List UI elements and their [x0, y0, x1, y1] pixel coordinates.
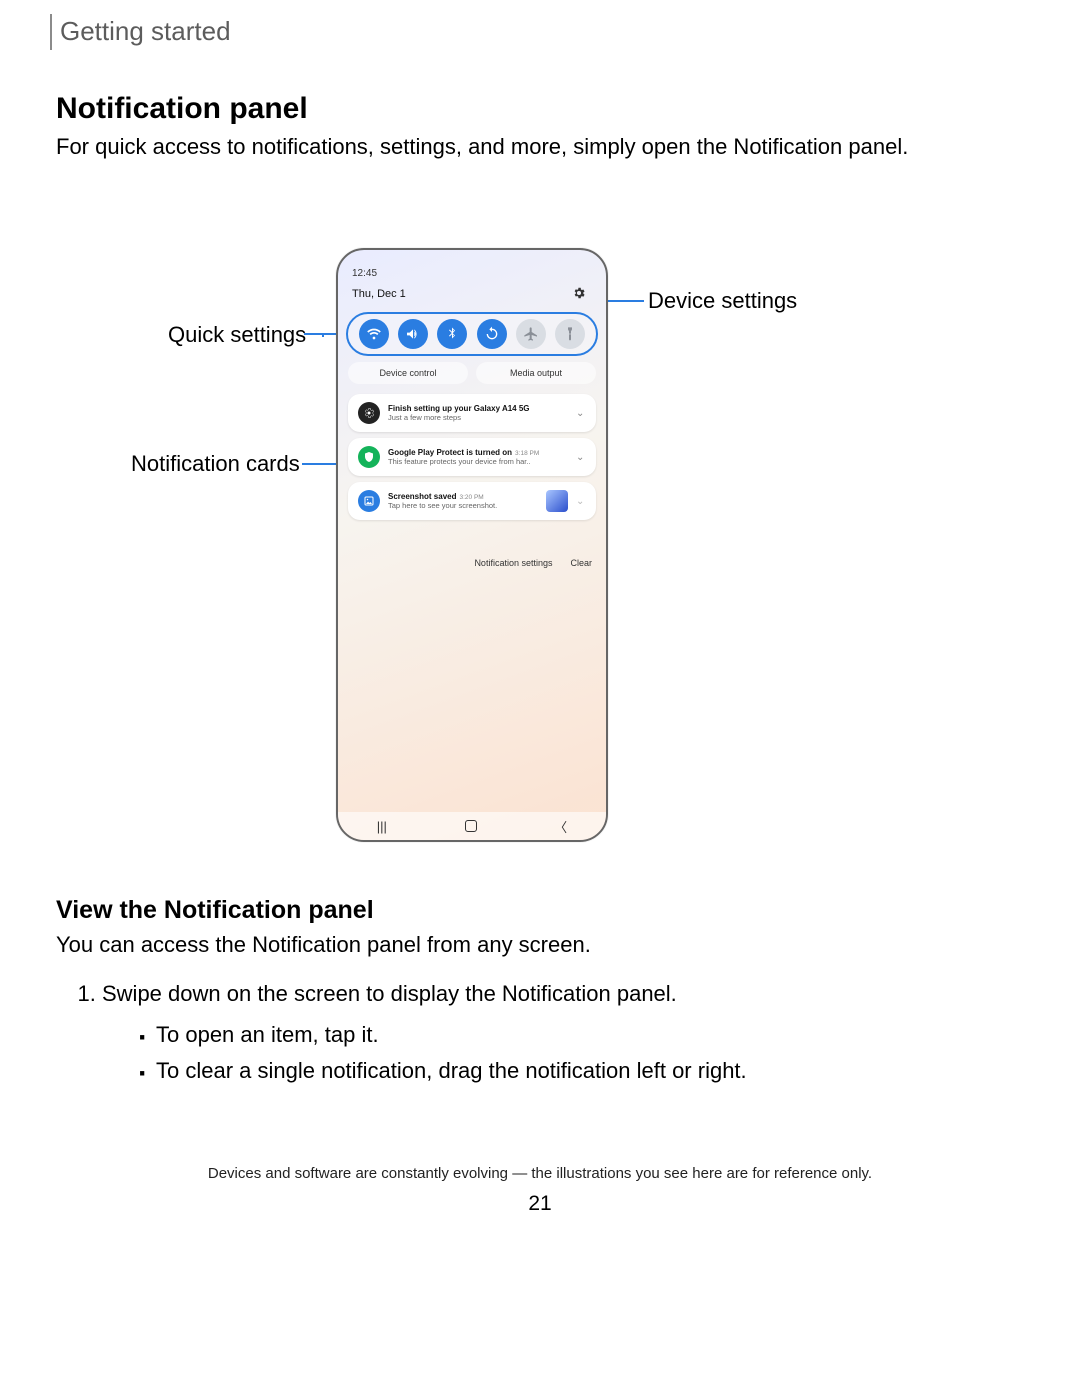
media-output-button[interactable]: Media output — [476, 362, 596, 384]
bullet-item: To clear a single notification, drag the… — [156, 1053, 747, 1089]
chevron-down-icon[interactable]: ⌄ — [576, 408, 586, 419]
card-title: Screenshot saved — [388, 492, 456, 501]
airplane-icon[interactable] — [516, 319, 546, 349]
bullet-item: To open an item, tap it. — [156, 1017, 747, 1053]
notification-card[interactable]: Finish setting up your Galaxy A14 5G Jus… — [348, 394, 596, 432]
screenshot-thumbnail — [546, 490, 568, 512]
image-icon — [358, 490, 380, 512]
card-time: 3:18 PM — [515, 450, 539, 457]
intro-paragraph: For quick access to notifications, setti… — [56, 132, 1016, 162]
card-subtitle: Tap here to see your screenshot. — [388, 501, 538, 510]
wifi-icon[interactable] — [359, 319, 389, 349]
clear-button[interactable]: Clear — [570, 558, 592, 568]
recents-icon[interactable]: ||| — [377, 819, 387, 834]
callout-device-settings: Device settings — [648, 288, 797, 314]
back-icon[interactable]: 〈 — [554, 817, 567, 836]
card-title: Finish setting up your Galaxy A14 5G — [388, 404, 530, 413]
nav-bar: ||| 〈 — [338, 812, 606, 840]
section-title: Notification panel — [56, 92, 308, 126]
page-number: 21 — [0, 1192, 1080, 1216]
callout-notification-cards: Notification cards — [131, 451, 300, 477]
footer-note: Devices and software are constantly evol… — [0, 1165, 1080, 1182]
status-bar-time: 12:45 — [352, 268, 377, 279]
step-text: Swipe down on the screen to display the … — [102, 981, 677, 1006]
shield-icon — [358, 446, 380, 468]
notification-card[interactable]: Screenshot saved3:20 PM Tap here to see … — [348, 482, 596, 520]
subsection-title: View the Notification panel — [56, 896, 374, 925]
rotate-icon[interactable] — [477, 319, 507, 349]
home-icon[interactable] — [465, 820, 477, 832]
gear-icon[interactable] — [572, 286, 586, 300]
page-header: Getting started — [60, 16, 231, 47]
subsection-intro: You can access the Notification panel fr… — [56, 932, 591, 958]
card-time: 3:20 PM — [459, 494, 483, 501]
callout-quick-settings: Quick settings — [168, 322, 306, 348]
panel-date: Thu, Dec 1 — [352, 288, 406, 300]
flashlight-icon[interactable] — [555, 319, 585, 349]
sound-icon[interactable] — [398, 319, 428, 349]
device-control-button[interactable]: Device control — [348, 362, 468, 384]
instruction-list: Swipe down on the screen to display the … — [82, 976, 747, 1090]
quick-settings-row — [346, 312, 598, 356]
card-subtitle: This feature protects your device from h… — [388, 457, 568, 466]
phone-illustration: 12:45 Thu, Dec 1 Device control Media ou… — [336, 248, 608, 842]
card-subtitle: Just a few more steps — [388, 413, 568, 422]
chevron-down-icon[interactable]: ⌄ — [576, 452, 586, 463]
notification-card[interactable]: Google Play Protect is turned on3:18 PM … — [348, 438, 596, 476]
notification-settings-button[interactable]: Notification settings — [474, 558, 552, 568]
card-title: Google Play Protect is turned on — [388, 448, 512, 457]
settings-icon — [358, 402, 380, 424]
bluetooth-icon[interactable] — [437, 319, 467, 349]
chevron-down-icon[interactable]: ⌄ — [576, 496, 586, 507]
